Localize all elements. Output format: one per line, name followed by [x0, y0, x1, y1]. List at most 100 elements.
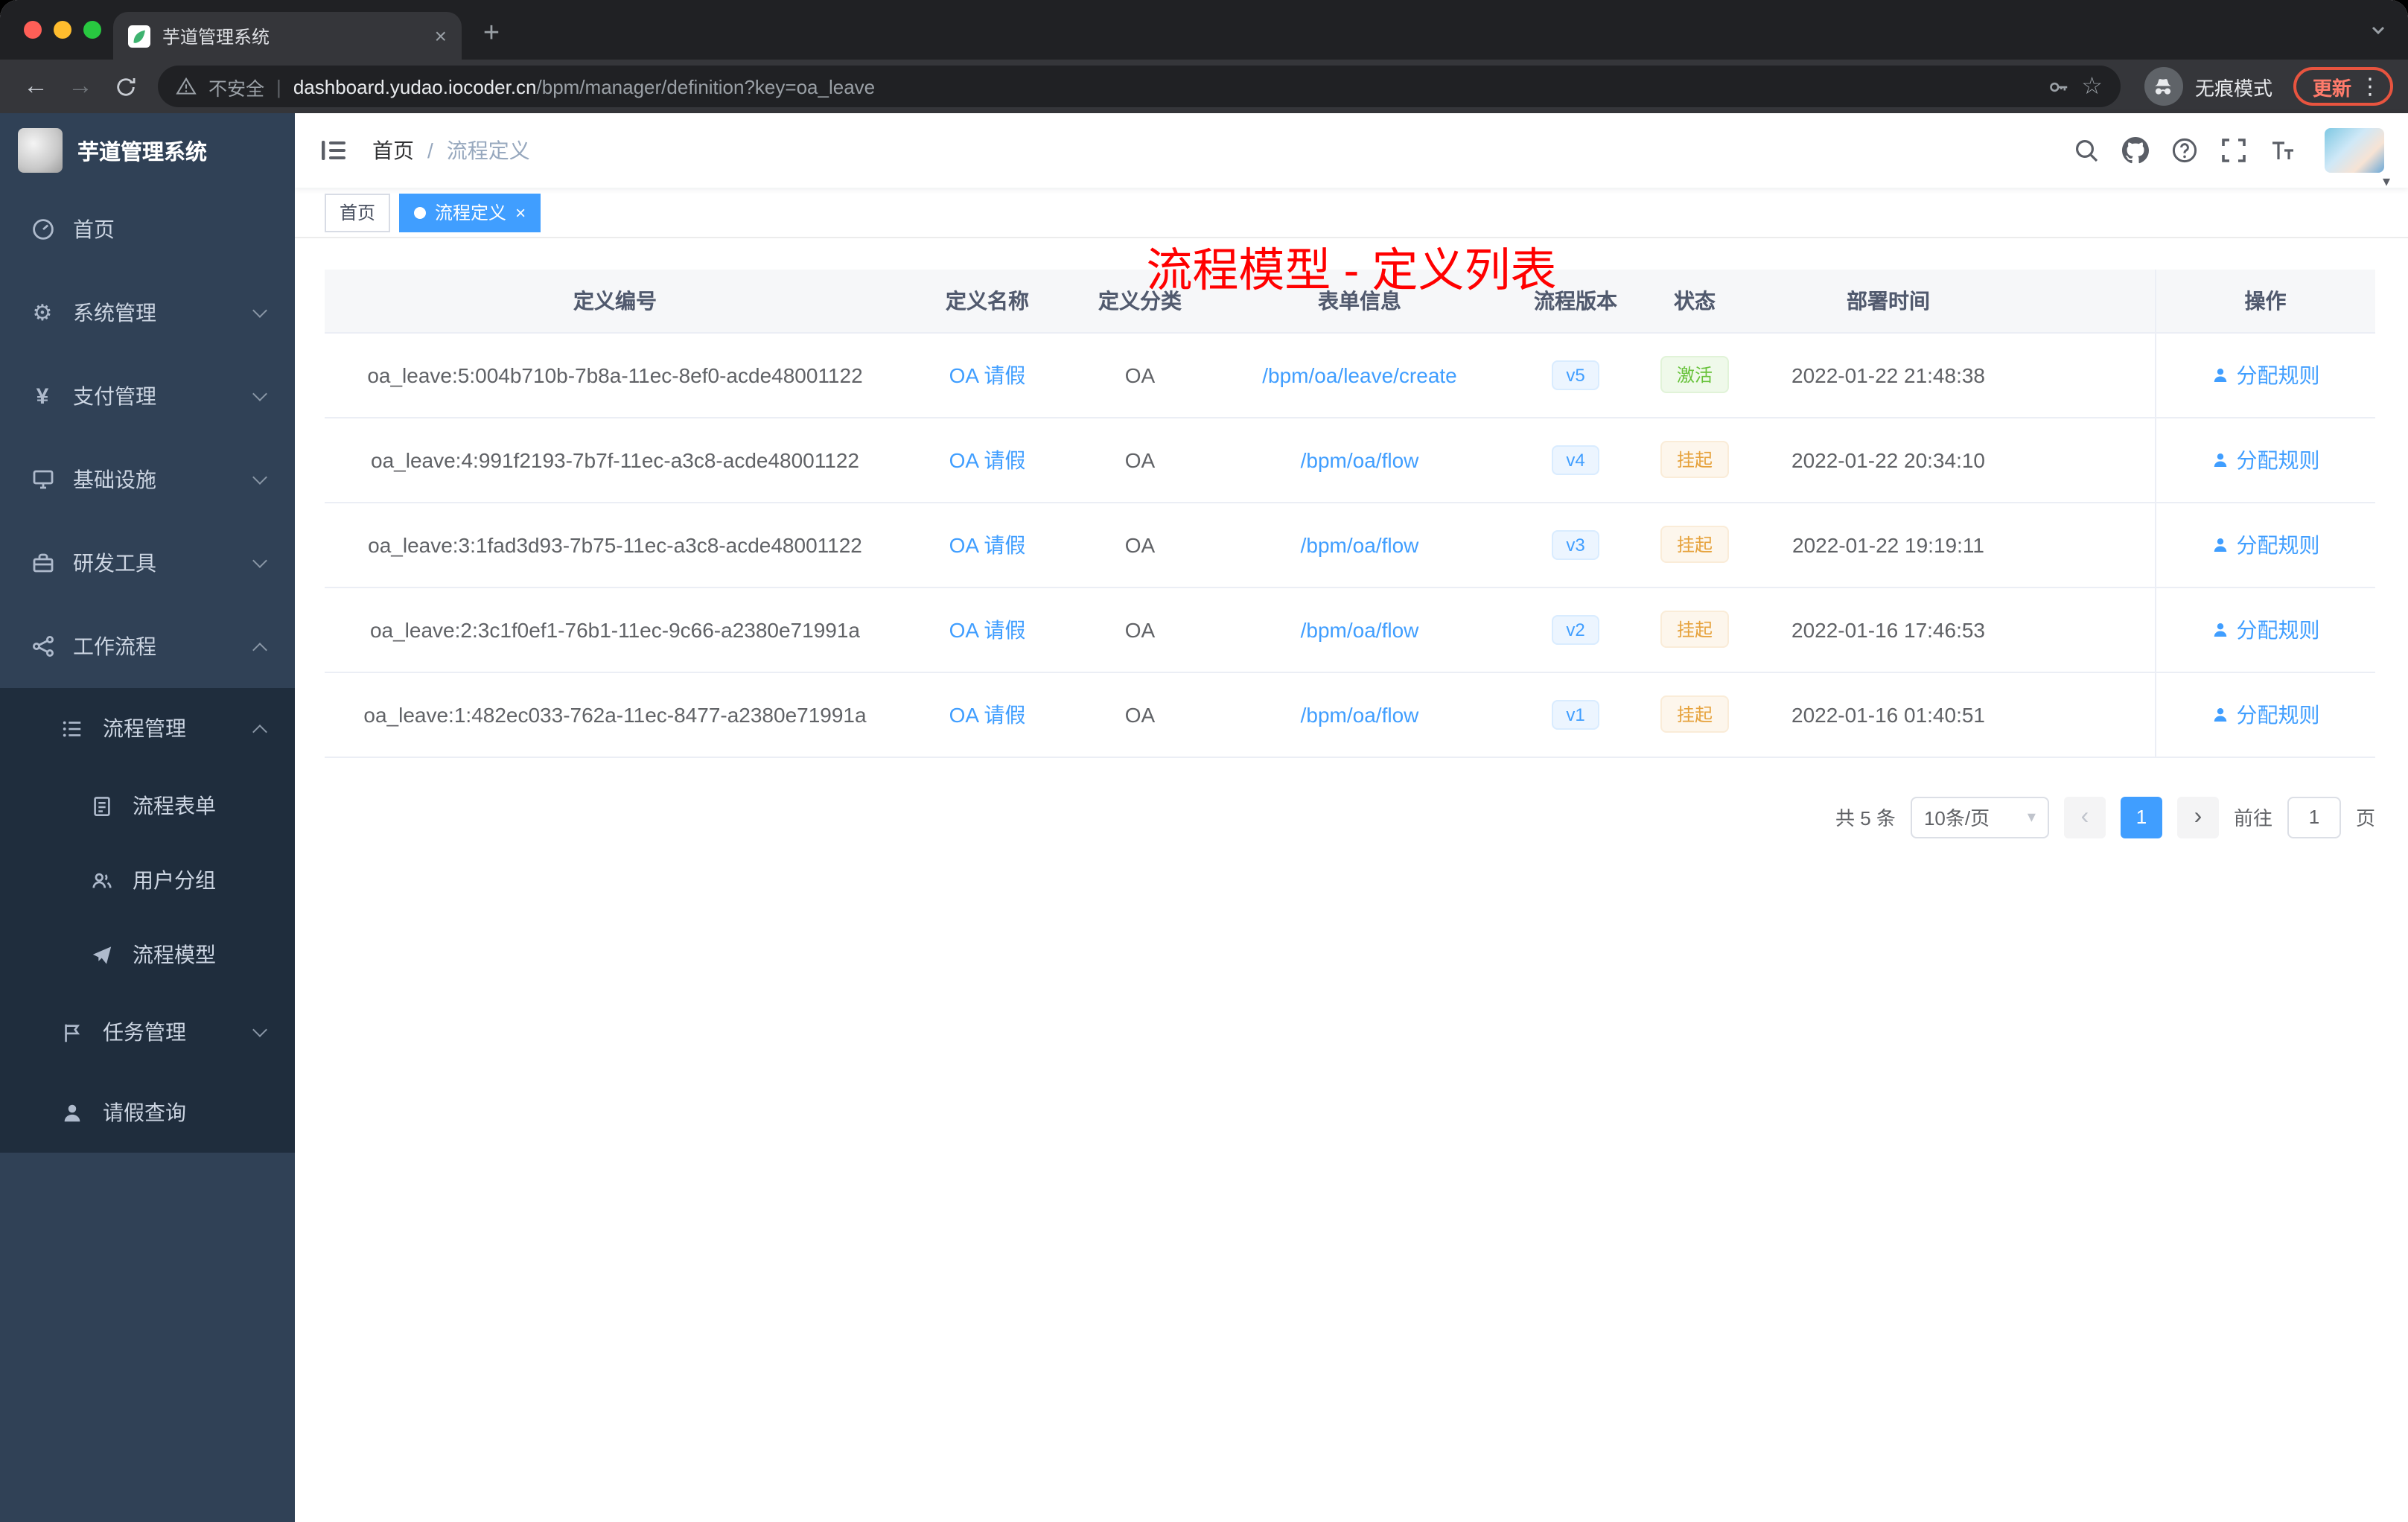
sidebar-item-workflow[interactable]: 工作流程	[0, 605, 295, 688]
sidebar-item-process-form[interactable]: 流程表单	[0, 768, 295, 843]
avatar-caret-icon: ▾	[2382, 174, 2390, 191]
chrome-update-chip[interactable]: 更新 ⋮	[2293, 67, 2393, 106]
logo-avatar	[18, 128, 63, 173]
sidebar-item-task-management[interactable]: 任务管理	[0, 992, 295, 1072]
assign-rule-link[interactable]: 分配规则	[2211, 445, 2320, 474]
font-size-icon[interactable]	[2270, 137, 2296, 164]
password-key-icon[interactable]	[2047, 75, 2069, 98]
form-info-link[interactable]: /bpm/oa/flow	[1301, 532, 1419, 556]
breadcrumb-home[interactable]: 首页	[372, 136, 414, 165]
hamburger-icon[interactable]	[319, 136, 348, 165]
goto-page-input[interactable]	[2287, 796, 2341, 838]
tag-home[interactable]: 首页	[325, 193, 391, 232]
main-area: 流程模型 - 定义列表 首页 / 流程定义 ▾ 首页 流程定义 × 定义编号 定…	[295, 113, 2408, 1522]
assign-rule-link[interactable]: 分配规则	[2211, 614, 2320, 644]
cell-definition-id: oa_leave:5:004b710b-7b8a-11ec-8ef0-acde4…	[325, 332, 905, 418]
breadcrumb-separator: /	[427, 138, 433, 162]
prev-page-button[interactable]: ‹	[2063, 796, 2106, 838]
tag-close-icon[interactable]: ×	[515, 203, 526, 221]
breadcrumb-current: 流程定义	[446, 138, 530, 162]
page-size-select[interactable]: 10条/页 ▾	[1910, 796, 2049, 838]
paper-plane-icon	[89, 943, 115, 966]
page-size-value: 10条/页	[1923, 807, 1990, 830]
security-label: 不安全	[208, 78, 265, 99]
definition-name-link[interactable]: OA 请假	[949, 617, 1026, 641]
col-status: 状态	[1643, 270, 1747, 333]
definition-name-link[interactable]: OA 请假	[949, 702, 1026, 726]
back-button[interactable]: ←	[15, 66, 57, 107]
definition-name-link[interactable]: OA 请假	[949, 448, 1026, 471]
list-icon	[60, 717, 85, 739]
fullscreen-icon[interactable]	[2220, 137, 2247, 164]
sidebar-item-home[interactable]: 首页	[0, 188, 295, 271]
update-label[interactable]: 更新	[2313, 72, 2351, 101]
tab-strip: 芋道管理系统 × +	[0, 0, 2408, 60]
sidebar-item-process-management[interactable]: 流程管理	[0, 688, 295, 768]
chevron-down-icon	[252, 553, 267, 567]
form-info-link[interactable]: /bpm/oa/leave/create	[1262, 363, 1457, 386]
table-row: oa_leave:3:1fad3d93-7b75-11ec-a3c8-acde4…	[325, 502, 2375, 588]
user-avatar[interactable]: ▾	[2325, 128, 2390, 191]
browser-menu-icon[interactable]: ⋮	[2359, 73, 2381, 100]
status-badge: 挂起	[1660, 526, 1729, 563]
close-window-button[interactable]	[24, 21, 42, 39]
incognito-indicator: 无痕模式	[2144, 67, 2272, 106]
sidebar-item-process-model[interactable]: 流程模型	[0, 917, 295, 992]
chevron-up-icon	[252, 724, 267, 739]
avatar-image[interactable]	[2325, 128, 2384, 173]
sidebar-item-label: 流程管理	[103, 716, 186, 740]
tab-close-icon[interactable]: ×	[435, 25, 447, 46]
new-tab-button[interactable]: +	[471, 13, 512, 55]
cell-deploy-time: 2022-01-16 01:40:51	[1747, 672, 2030, 757]
github-icon[interactable]	[2122, 137, 2149, 164]
definition-name-link[interactable]: OA 请假	[949, 363, 1026, 386]
form-info-link[interactable]: /bpm/oa/flow	[1301, 617, 1419, 641]
form-info-link[interactable]: /bpm/oa/flow	[1301, 448, 1419, 471]
pagination-total: 共 5 条	[1835, 807, 1896, 830]
person-icon	[2214, 368, 2226, 381]
sidebar-item-dev-tools[interactable]: 研发工具	[0, 521, 295, 605]
sidebar-item-infrastructure[interactable]: 基础设施	[0, 438, 295, 521]
cell-category: OA	[1069, 332, 1211, 418]
next-page-button[interactable]: ›	[2176, 796, 2219, 838]
assign-rule-link[interactable]: 分配规则	[2211, 529, 2320, 559]
assign-rule-link[interactable]: 分配规则	[2211, 699, 2320, 729]
cell-filler	[2030, 332, 2155, 418]
definition-name-link[interactable]: OA 请假	[949, 532, 1026, 556]
form-info-link[interactable]: /bpm/oa/flow	[1301, 702, 1419, 726]
current-page-button[interactable]: 1	[2120, 796, 2162, 838]
security-warning-icon[interactable]	[176, 76, 197, 97]
forward-button[interactable]: →	[60, 66, 101, 107]
cell-category: OA	[1069, 587, 1211, 672]
workflow-icon	[30, 634, 55, 658]
sidebar-item-leave-query[interactable]: 请假查询	[0, 1072, 295, 1153]
sidebar-item-payment-management[interactable]: ¥ 支付管理	[0, 354, 295, 438]
sidebar-item-system-management[interactable]: ⚙ 系统管理	[0, 271, 295, 354]
address-bar[interactable]: 不安全 | dashboard.yudao.iocoder.cn/bpm/man…	[158, 66, 2121, 107]
url-path: /bpm/manager/definition?key=oa_leave	[536, 75, 876, 98]
bookmark-star-icon[interactable]: ☆	[2081, 71, 2103, 101]
search-icon[interactable]	[2073, 137, 2100, 164]
sidebar-item-user-group[interactable]: 用户分组	[0, 843, 295, 917]
help-icon[interactable]	[2171, 137, 2198, 164]
browser-tab[interactable]: 芋道管理系统 ×	[113, 12, 462, 60]
table-row: oa_leave:4:991f2193-7b7f-11ec-a3c8-acde4…	[325, 417, 2375, 503]
version-tag: v4	[1551, 445, 1600, 474]
tag-process-definition[interactable]: 流程定义 ×	[399, 193, 541, 232]
page-content: 定义编号 定义名称 定义分类 表单信息 流程版本 状态 部署时间 操作 oa_l…	[295, 238, 2408, 1522]
person-icon	[2214, 538, 2226, 551]
incognito-label: 无痕模式	[2194, 77, 2272, 99]
tags-view-bar: 首页 流程定义 ×	[295, 188, 2408, 238]
reload-button[interactable]	[104, 66, 146, 107]
workflow-submenu: 流程管理 流程表单 用户分组 流程模型 任务管理 请假查询	[0, 688, 295, 1153]
sidebar-item-label: 工作流程	[73, 634, 156, 658]
person-icon	[2214, 453, 2226, 466]
status-badge: 挂起	[1660, 611, 1729, 648]
cell-definition-id: oa_leave:2:3c1f0ef1-76b1-11ec-9c66-a2380…	[325, 587, 905, 672]
sidebar-item-label: 请假查询	[103, 1101, 186, 1124]
cell-deploy-time: 2022-01-16 17:46:53	[1747, 587, 2030, 672]
tab-search-icon[interactable]	[2369, 21, 2387, 39]
assign-rule-link[interactable]: 分配规则	[2211, 360, 2320, 389]
minimize-window-button[interactable]	[54, 21, 71, 39]
zoom-window-button[interactable]	[83, 21, 101, 39]
